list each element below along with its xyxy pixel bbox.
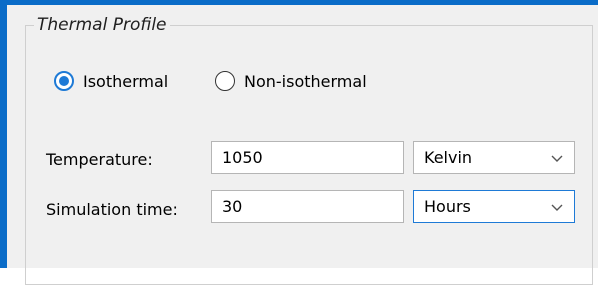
group-title: Thermal Profile xyxy=(34,14,170,36)
radio-dot-icon xyxy=(59,76,69,86)
simulation-time-unit-value: Hours xyxy=(424,197,471,216)
radio-selected-icon xyxy=(54,71,74,91)
radio-unselected-icon xyxy=(215,71,235,91)
simulation-time-label: Simulation time: xyxy=(46,200,178,219)
temperature-input[interactable] xyxy=(211,141,404,174)
radio-non-isothermal-label: Non-isothermal xyxy=(244,71,367,91)
temperature-unit-value: Kelvin xyxy=(424,148,473,167)
radio-non-isothermal[interactable]: Non-isothermal xyxy=(215,68,367,94)
window-left-border xyxy=(0,0,7,268)
temperature-label: Temperature: xyxy=(46,150,153,169)
radio-isothermal[interactable]: Isothermal xyxy=(54,68,168,94)
radio-isothermal-label: Isothermal xyxy=(83,71,169,91)
chevron-down-icon xyxy=(551,204,563,211)
simulation-time-unit-select[interactable]: Hours xyxy=(413,190,575,223)
chevron-down-icon xyxy=(551,155,563,162)
simulation-time-input[interactable] xyxy=(211,190,404,223)
temperature-unit-select[interactable]: Kelvin xyxy=(413,141,575,174)
